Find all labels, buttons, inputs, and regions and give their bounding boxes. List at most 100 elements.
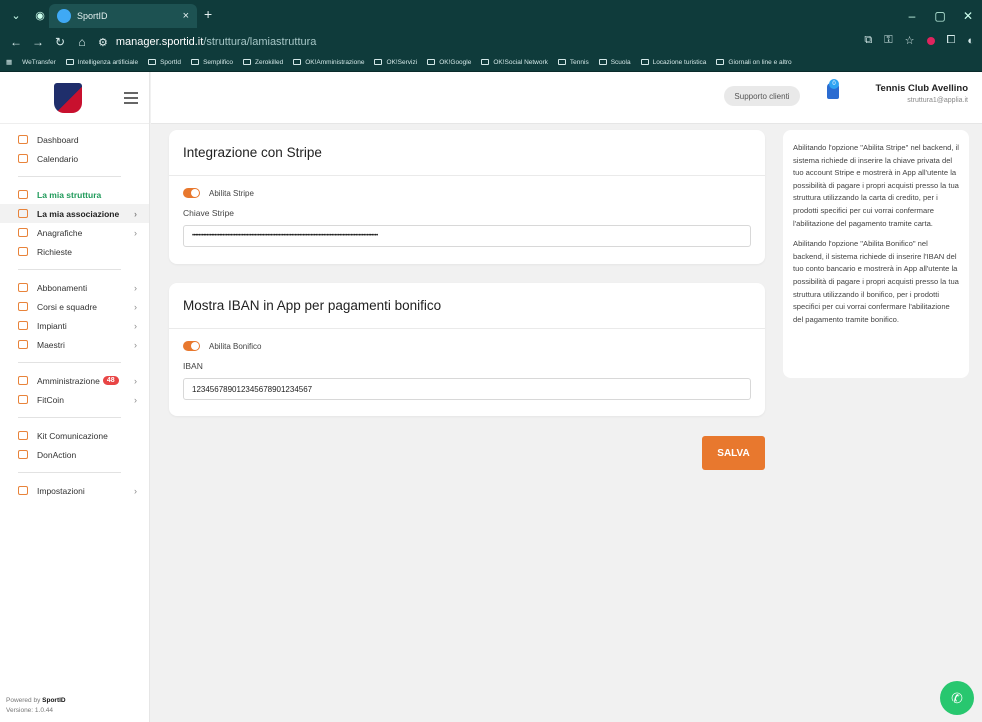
apps-icon[interactable]: ▦ — [6, 58, 12, 66]
bookmark-item[interactable]: OK!Servizi — [374, 59, 417, 66]
close-window-icon[interactable]: ✕ — [954, 9, 982, 23]
folder-icon — [293, 59, 302, 65]
iban-label: IBAN — [183, 361, 203, 371]
url-path: /struttura/lamiastruttura — [203, 36, 317, 48]
powered-brand: SportID — [42, 697, 66, 704]
bookmark-label: WeTransfer — [22, 58, 56, 66]
folder-icon — [148, 59, 157, 65]
sidebar-item-impianti[interactable]: Impianti › — [0, 316, 149, 335]
notifications-icon[interactable]: 0 — [827, 79, 839, 99]
close-tab-icon[interactable]: × — [183, 10, 189, 22]
sidebar-item-impostazioni[interactable]: Impostazioni › — [0, 481, 149, 500]
bookmark-item[interactable]: SportId — [148, 59, 181, 66]
sidebar-item-fitcoin[interactable]: FitCoin › — [0, 390, 149, 409]
bookmark-item[interactable]: OK!Amministrazione — [293, 59, 364, 66]
whatsapp-icon[interactable]: ✆ — [940, 681, 974, 715]
sidebar-item-anagrafiche[interactable]: Anagrafiche › — [0, 223, 149, 242]
sidebar-item-calendario[interactable]: Calendario — [0, 149, 149, 168]
chevron-right-icon: › — [134, 485, 137, 496]
install-app-icon[interactable]: ⧉ — [864, 34, 872, 47]
reload-icon[interactable]: ↻ — [54, 35, 66, 49]
home-icon[interactable]: ⌂ — [76, 35, 88, 49]
home-icon — [18, 135, 28, 144]
sidebar-item-donaction[interactable]: DonAction — [0, 445, 149, 464]
sidebar-item-label: Maestri — [37, 339, 65, 350]
club-account[interactable]: Tennis Club Avellino struttura1@applia.i… — [875, 83, 968, 104]
record-icon[interactable]: ◉ — [32, 8, 48, 24]
maximize-icon[interactable]: ▢ — [926, 9, 954, 23]
folder-icon — [191, 59, 200, 65]
sidebar-item-richieste[interactable]: Richieste — [0, 242, 149, 261]
recording-icon[interactable] — [926, 36, 935, 45]
sidebar-item-kit-comunicazione[interactable]: Kit Comunicazione — [0, 426, 149, 445]
bookmark-item[interactable]: Scuola — [598, 58, 631, 66]
chevron-right-icon: › — [134, 227, 137, 238]
bookmark-item[interactable]: OK!Social Network — [481, 59, 548, 66]
sidebar-item-label: Corsi e squadre — [37, 301, 98, 312]
bookmark-item[interactable]: Locazione turistica — [640, 59, 706, 66]
folder-icon — [427, 59, 436, 65]
bookmark-item[interactable]: Semplifico — [191, 59, 233, 66]
bookmark-item[interactable]: WeTransfer — [22, 59, 56, 66]
club-logo[interactable] — [54, 82, 82, 113]
iban-input[interactable]: 123456789012345678901234567 — [183, 378, 751, 400]
bookmark-item[interactable]: Tennis — [557, 59, 589, 66]
bookmark-label: OK!Google — [439, 58, 472, 66]
sidebar-item-dashboard[interactable]: Dashboard — [0, 130, 149, 149]
bookmarks-bar: ▦ WeTransfer Intelligenza artificiale Sp… — [0, 53, 982, 72]
stripe-key-input[interactable]: ••••••••••••••••••••••••••••••••••••••••… — [183, 225, 751, 247]
profile-icon[interactable]: ◐ — [967, 35, 974, 47]
sidebar-item-amministrazione[interactable]: Amministrazione 48 › — [0, 371, 149, 390]
support-button[interactable]: Supporto clienti — [724, 86, 800, 106]
bookmark-item[interactable]: OK!Google — [427, 59, 471, 66]
bookmark-label: Semplifico — [203, 58, 234, 66]
sidebar-menu: Dashboard Calendario La mia struttura La… — [0, 124, 149, 500]
bonifico-toggle-label: Abilita Bonifico — [209, 341, 262, 351]
divider — [18, 472, 121, 473]
sidebar-item-label: La mia struttura — [37, 189, 102, 200]
sidebar-item-abbonamenti[interactable]: Abbonamenti › — [0, 278, 149, 297]
save-button[interactable]: SALVA — [702, 436, 765, 470]
password-key-icon[interactable]: ⚿ — [884, 34, 892, 47]
coach-icon — [18, 340, 28, 349]
extensions-icon[interactable]: ⧠ — [947, 34, 956, 47]
chevron-right-icon: › — [134, 320, 137, 331]
court-icon — [18, 321, 28, 330]
sidebar-item-corsi-e-squadre[interactable]: Corsi e squadre › — [0, 297, 149, 316]
sidebar-item-maestri[interactable]: Maestri › — [0, 335, 149, 354]
divider — [18, 362, 121, 363]
address-bar: ← → ↻ ⌂ ⚙ manager.sportid.it/struttura/l… — [0, 31, 982, 53]
site-info-icon[interactable]: ⚙ — [98, 36, 108, 49]
bookmark-label: Scuola — [610, 58, 631, 66]
sidebar-item-la-mia-struttura[interactable]: La mia struttura — [0, 185, 149, 204]
bookmark-label: SportId — [160, 58, 182, 66]
browser-titlebar: ⌄ ◉ SportID × + – ▢ ✕ — [0, 0, 982, 31]
tab-search-icon[interactable]: ⌄ — [8, 8, 24, 24]
powered-prefix: Powered by — [6, 697, 43, 704]
minimize-icon[interactable]: – — [898, 9, 926, 23]
bookmark-star-icon[interactable]: ☆ — [905, 34, 915, 47]
hamburger-menu-icon[interactable] — [124, 89, 138, 107]
forward-icon[interactable]: → — [32, 35, 44, 49]
browser-tab[interactable]: SportID × — [49, 4, 197, 28]
url-field[interactable]: ⚙ manager.sportid.it/struttura/lamiastru… — [98, 36, 316, 49]
sidebar-item-label: Impianti — [37, 320, 67, 331]
bonifico-toggle[interactable] — [183, 341, 200, 351]
new-tab-button[interactable]: + — [204, 6, 212, 22]
sidebar-item-label: FitCoin — [37, 394, 64, 405]
bookmark-label: Giornali on line e altro — [728, 58, 792, 66]
stripe-key-label: Chiave Stripe — [183, 208, 235, 218]
sidebar-item-la-mia-associazione[interactable]: La mia associazione › — [0, 204, 149, 223]
stripe-toggle[interactable] — [183, 188, 200, 198]
back-icon[interactable]: ← — [10, 35, 22, 49]
bookmark-item[interactable]: Giornali on line e altro — [716, 58, 792, 66]
divider — [18, 417, 121, 418]
money-icon — [18, 376, 28, 385]
bookmark-item[interactable]: Intelligenza artificiale — [65, 59, 138, 66]
bookmark-item[interactable]: Zerokilled — [243, 59, 283, 66]
url-host: manager.sportid.it — [115, 36, 204, 48]
sidebar-item-label: Kit Comunicazione — [37, 430, 108, 441]
notification-count: 0 — [829, 79, 839, 89]
club-email: struttura1@applia.it — [907, 97, 968, 104]
sidebar-item-label: Abbonamenti — [37, 282, 88, 293]
